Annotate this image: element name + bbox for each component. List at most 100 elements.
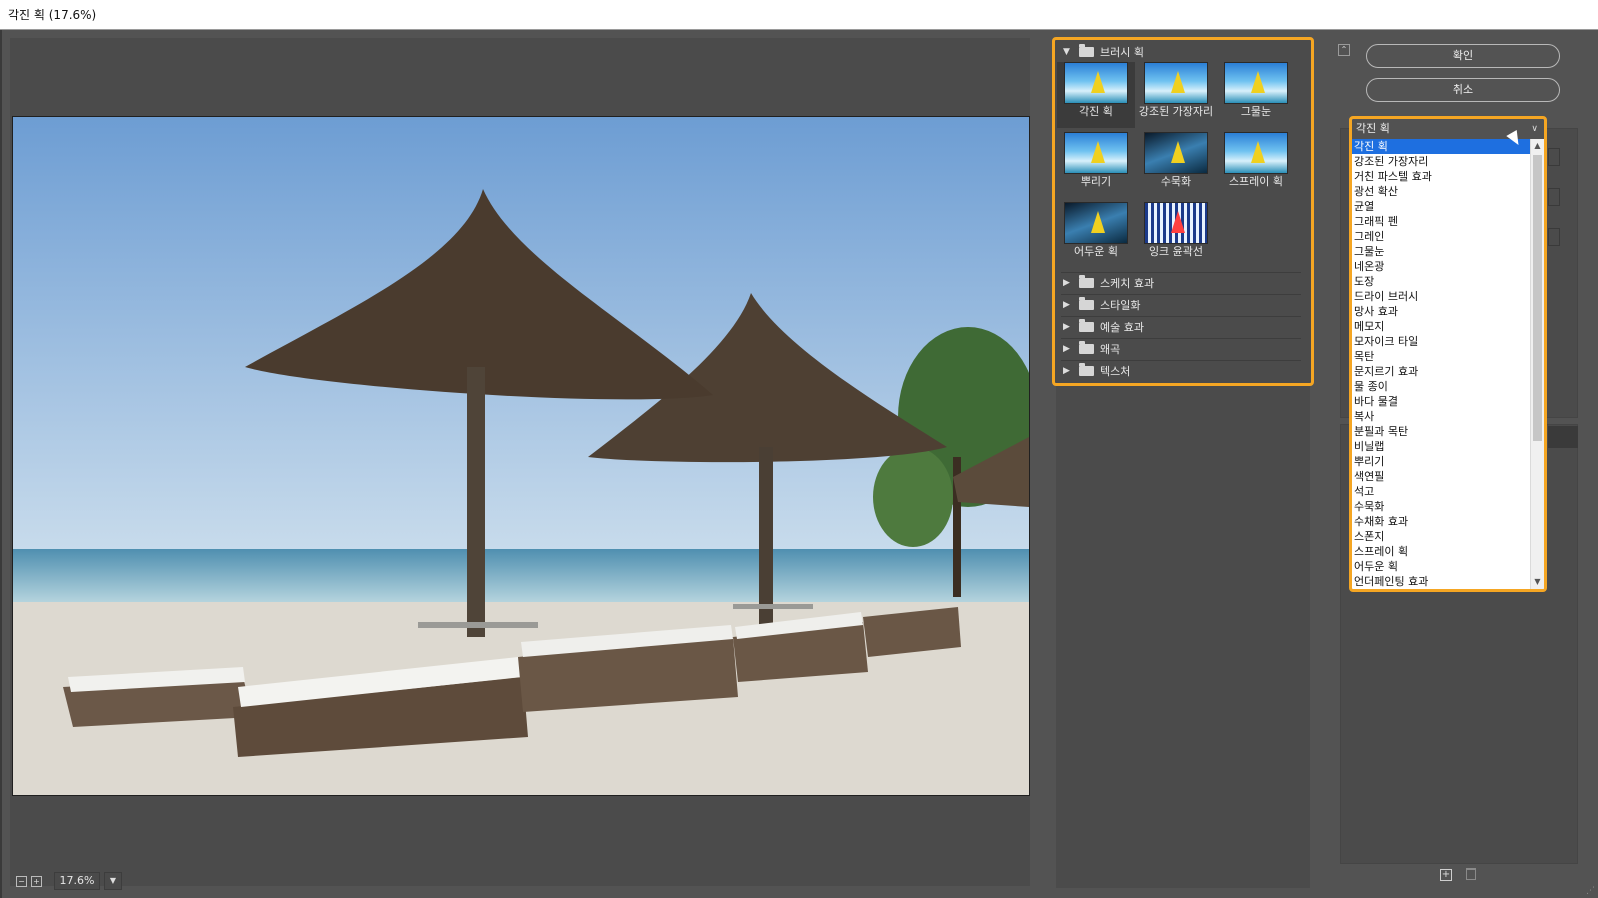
thumbnail-image [1144, 62, 1208, 104]
category-texture[interactable]: ▶ 텍스처 [1061, 360, 1301, 380]
expand-right-icon: ▶ [1063, 299, 1070, 310]
scroll-up-icon[interactable]: ▲ [1531, 139, 1544, 153]
expand-right-icon: ▶ [1063, 277, 1070, 288]
collapse-gallery-icon[interactable]: ⌃ [1338, 44, 1350, 56]
setting-field[interactable] [1548, 228, 1560, 246]
filter-gallery: ▼ 브러시 획 각진 획 강조된 가장자리 그물눈 뿌리기 수묵화 스프레이 획… [1052, 37, 1314, 386]
zoom-out-button[interactable]: − [16, 875, 27, 887]
filter-option[interactable]: 모자이크 타일 [1352, 334, 1530, 349]
zoom-level[interactable]: 17.6% [54, 872, 100, 890]
thumbnail-image [1144, 202, 1208, 244]
preview-image [12, 116, 1030, 796]
new-effect-layer-icon[interactable]: + [1440, 869, 1452, 881]
window-title: 각진 획 (17.6%) [0, 0, 1598, 30]
filter-option[interactable]: 강조된 가장자리 [1352, 154, 1530, 169]
category-label: 텍스처 [1100, 364, 1131, 378]
category-artistic[interactable]: ▶ 예술 효과 [1061, 316, 1301, 336]
thumb-label: 강조된 가장자리 [1138, 105, 1214, 118]
folder-icon [1079, 296, 1094, 310]
selected-filter-label: 각진 획 [1356, 122, 1390, 135]
thumbnail-image [1064, 202, 1128, 244]
filter-option[interactable]: 그레인 [1352, 229, 1530, 244]
category-label: 왜곡 [1100, 342, 1121, 356]
filter-option[interactable]: 복사 [1352, 409, 1530, 424]
filter-option[interactable]: 어두운 획 [1352, 559, 1530, 574]
filter-option[interactable]: 네온광 [1352, 259, 1530, 274]
zoom-bar: − + 17.6% ▼ [10, 872, 246, 890]
category-label: 예술 효과 [1100, 320, 1144, 334]
filter-thumb-crosshatch[interactable]: 그물눈 [1217, 62, 1295, 128]
filter-option[interactable]: 그물눈 [1352, 244, 1530, 259]
folder-icon [1079, 340, 1094, 354]
filter-thumb-spatter[interactable]: 뿌리기 [1057, 132, 1135, 198]
thumbnail-image [1224, 62, 1288, 104]
filter-option[interactable]: 그래픽 펜 [1352, 214, 1530, 229]
ok-button[interactable]: 확인 [1366, 44, 1560, 68]
filter-option[interactable]: 수채화 효과 [1352, 514, 1530, 529]
filter-option[interactable]: 거친 파스텔 효과 [1352, 169, 1530, 184]
dropdown-scrollbar[interactable]: ▲ ▼ [1530, 139, 1544, 589]
setting-field[interactable] [1548, 148, 1560, 166]
expand-right-icon: ▶ [1063, 343, 1070, 354]
filter-option[interactable]: 색연필 [1352, 469, 1530, 484]
folder-icon [1079, 44, 1094, 57]
thumb-label: 스프레이 획 [1228, 175, 1284, 188]
filter-thumb-sprayed-strokes[interactable]: 스프레이 획 [1217, 132, 1295, 198]
thumb-label: 그물눈 [1240, 105, 1272, 118]
filter-option[interactable]: 수묵화 [1352, 499, 1530, 514]
folder-icon [1079, 274, 1094, 288]
filter-option[interactable]: 스폰지 [1352, 529, 1530, 544]
thumbnail-image [1224, 132, 1288, 174]
filter-option[interactable]: 언더페인팅 효과 [1352, 574, 1530, 589]
chevron-down-icon[interactable]: ▼ [104, 872, 122, 890]
filter-option[interactable]: 분필과 목탄 [1352, 424, 1530, 439]
category-stylize[interactable]: ▶ 스타일화 [1061, 294, 1301, 314]
filter-select-dropdown[interactable]: 각진 획 ∨ 각진 획 강조된 가장자리 거친 파스텔 효과 광선 확산 균열 그래픽 펜… [1349, 116, 1547, 592]
resize-grip-icon[interactable]: ⋰ [1586, 886, 1596, 896]
filter-thumb-sumi-e[interactable]: 수묵화 [1137, 132, 1215, 198]
chevron-down-icon: ∨ [1531, 124, 1538, 134]
filter-option[interactable]: 도장 [1352, 274, 1530, 289]
filter-option[interactable]: 드라이 브러시 [1352, 289, 1530, 304]
filter-option[interactable]: 비닐랩 [1352, 439, 1530, 454]
category-label: 스타일화 [1100, 298, 1141, 312]
thumbnail-image [1064, 62, 1128, 104]
filter-option[interactable]: 바다 물결 [1352, 394, 1530, 409]
filter-option[interactable]: 뿌리기 [1352, 454, 1530, 469]
thumb-label: 수묵화 [1160, 175, 1192, 188]
window-edge [0, 30, 2, 898]
thumbnail-image [1064, 132, 1128, 174]
category-sketch[interactable]: ▶ 스케치 효과 [1061, 272, 1301, 292]
thumb-label: 잉크 윤곽선 [1148, 245, 1204, 258]
expand-right-icon: ▶ [1063, 321, 1070, 332]
filter-option[interactable]: 석고 [1352, 484, 1530, 499]
thumbnail-image [1144, 132, 1208, 174]
category-label: 스케치 효과 [1100, 276, 1155, 290]
effect-layer-row[interactable] [1548, 426, 1578, 448]
thumb-label: 어두운 획 [1074, 245, 1118, 258]
filter-option[interactable]: 문지르기 효과 [1352, 364, 1530, 379]
filter-thumb-dark-strokes[interactable]: 어두운 획 [1057, 202, 1135, 268]
filter-thumb-angled-strokes[interactable]: 각진 획 [1057, 62, 1135, 128]
filter-option[interactable]: 메모지 [1352, 319, 1530, 334]
filter-option[interactable]: 각진 획 [1352, 139, 1530, 154]
filter-option[interactable]: 광선 확산 [1352, 184, 1530, 199]
zoom-in-button[interactable]: + [31, 875, 42, 887]
filter-options-list[interactable]: 각진 획 강조된 가장자리 거친 파스텔 효과 광선 확산 균열 그래픽 펜 그레인 그물눈 네… [1352, 139, 1530, 589]
scroll-down-icon[interactable]: ▼ [1531, 575, 1544, 589]
filter-option[interactable]: 목탄 [1352, 349, 1530, 364]
cancel-button[interactable]: 취소 [1366, 78, 1560, 102]
filter-option[interactable]: 스프레이 획 [1352, 544, 1530, 559]
filter-option[interactable]: 균열 [1352, 199, 1530, 214]
filter-option[interactable]: 망사 효과 [1352, 304, 1530, 319]
filter-thumb-ink-outlines[interactable]: 잉크 윤곽선 [1137, 202, 1215, 268]
category-distort[interactable]: ▶ 왜곡 [1061, 338, 1301, 358]
filter-thumb-accented-edges[interactable]: 강조된 가장자리 [1137, 62, 1215, 128]
setting-field[interactable] [1548, 188, 1560, 206]
category-label: 브러시 획 [1100, 46, 1144, 59]
filter-option[interactable]: 물 종이 [1352, 379, 1530, 394]
folder-icon [1079, 362, 1094, 376]
scrollbar-thumb[interactable] [1533, 155, 1542, 441]
category-brush-strokes[interactable]: ▼ 브러시 획 [1063, 44, 1144, 60]
trash-icon[interactable] [1466, 868, 1476, 880]
